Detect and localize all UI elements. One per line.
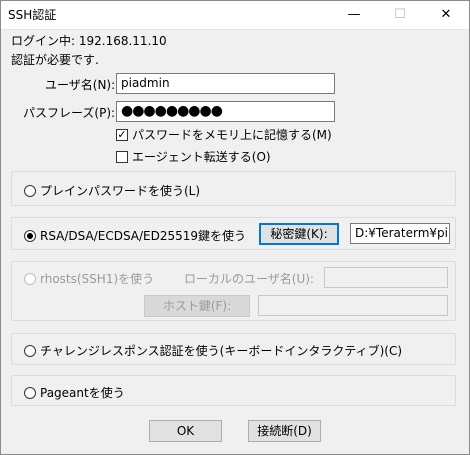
local-user-label: ローカルのユーザ名(U): (184, 272, 314, 286)
close-button[interactable]: ✕ (423, 1, 469, 29)
passphrase-label: パスフレーズ(P): (23, 106, 116, 120)
radio-icon[interactable] (24, 386, 36, 399)
challenge-response-radio[interactable]: チャレンジレスポンス認証を使う(キーボードインタラクティブ)(C) (24, 342, 402, 359)
checkbox-unchecked-icon[interactable] (116, 150, 128, 163)
rhosts-group: rhosts(SSH1)を使う ローカルのユーザ名(U): ホスト鍵(F): (11, 261, 456, 321)
radio-selected-icon[interactable] (24, 229, 36, 242)
host-key-input (258, 295, 448, 316)
plain-password-radio[interactable]: プレインパスワードを使う(L) (24, 182, 200, 199)
ssh-auth-dialog: SSH認証 — ☐ ✕ ログイン中: 192.168.11.10 認証が必要です… (0, 0, 470, 455)
plain-password-group: プレインパスワードを使う(L) (11, 171, 456, 206)
remember-password-label: パスワードをメモリ上に記憶する(M) (132, 128, 332, 142)
challenge-response-group: チャレンジレスポンス認証を使う(キーボードインタラクティブ)(C) (11, 333, 456, 365)
radio-icon[interactable] (24, 184, 36, 197)
username-input[interactable]: piadmin (116, 73, 335, 94)
pageant-group: Pageantを使う (11, 375, 456, 406)
rhosts-label: rhosts(SSH1)を使う (40, 272, 155, 286)
maximize-button: ☐ (394, 7, 406, 22)
passphrase-input[interactable]: ●●●●●●●●● (116, 101, 335, 122)
pageant-label: Pageantを使う (40, 386, 125, 400)
local-user-input (324, 267, 448, 288)
title-bar[interactable]: SSH認証 — ☐ ✕ (1, 1, 469, 30)
username-label: ユーザ名(N): (45, 78, 116, 92)
rhosts-radio: rhosts(SSH1)を使う (24, 270, 154, 287)
disconnect-button[interactable]: 接続断(D) (248, 420, 321, 442)
private-key-path-input[interactable]: D:¥Teraterm¥pi3¥i (350, 223, 450, 244)
login-info: ログイン中: 192.168.11.10 (11, 34, 167, 48)
rsa-key-label: RSA/DSA/ECDSA/ED25519鍵を使う (40, 229, 247, 243)
host-key-button: ホスト鍵(F): (144, 295, 250, 317)
challenge-response-label: チャレンジレスポンス認証を使う(キーボードインタラクティブ)(C) (40, 344, 403, 358)
radio-disabled-icon (24, 272, 36, 285)
agent-forward-label: エージェント転送する(O) (132, 150, 271, 164)
rsa-key-group: RSA/DSA/ECDSA/ED25519鍵を使う 秘密鍵(K): D:¥Ter… (11, 217, 456, 250)
pageant-radio[interactable]: Pageantを使う (24, 384, 125, 401)
private-key-button[interactable]: 秘密鍵(K): (259, 223, 339, 245)
remember-password-checkbox[interactable]: ✓ パスワードをメモリ上に記憶する(M) (116, 126, 332, 143)
checkbox-checked-icon[interactable]: ✓ (116, 128, 128, 141)
auth-required-text: 認証が必要です. (11, 53, 99, 67)
agent-forward-checkbox[interactable]: エージェント転送する(O) (116, 148, 271, 165)
window-title: SSH認証 (8, 8, 57, 22)
rsa-key-radio[interactable]: RSA/DSA/ECDSA/ED25519鍵を使う (24, 227, 246, 244)
ok-button[interactable]: OK (149, 420, 222, 442)
plain-password-label: プレインパスワードを使う(L) (40, 184, 201, 198)
radio-icon[interactable] (24, 344, 36, 357)
minimize-button[interactable]: — (331, 1, 377, 29)
